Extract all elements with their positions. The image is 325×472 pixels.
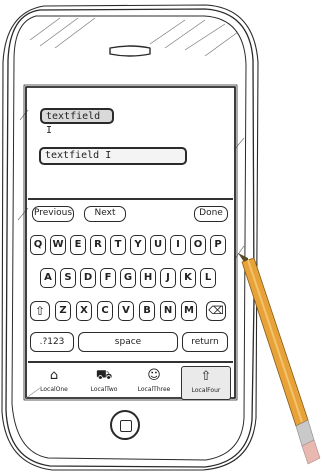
key-d[interactable]: D — [80, 268, 96, 288]
house-icon: ⌂ — [49, 368, 59, 383]
next-button[interactable]: Next — [84, 206, 126, 222]
textfield-one[interactable]: textfield I — [40, 108, 114, 136]
shift-key[interactable]: ⇧ — [30, 301, 50, 321]
key-k[interactable]: K — [180, 268, 196, 288]
tab-label: LocalOne — [40, 386, 68, 393]
key-x[interactable]: X — [76, 301, 92, 321]
key-e[interactable]: E — [70, 235, 86, 255]
key-a[interactable]: A — [40, 268, 56, 288]
backspace-icon: ⌫ — [208, 304, 224, 317]
key-c[interactable]: C — [97, 301, 113, 321]
previous-button[interactable]: Previous — [32, 206, 74, 222]
tab-localthree[interactable]: ☺ LocalThree — [130, 366, 178, 398]
keyboard-toolbar: Previous Next Done — [28, 198, 233, 228]
key-h[interactable]: H — [140, 268, 156, 288]
key-w[interactable]: W — [50, 235, 66, 255]
key-g[interactable]: G — [120, 268, 136, 288]
key-z[interactable]: Z — [55, 301, 71, 321]
numbers-key[interactable]: .?123 — [30, 332, 74, 352]
tab-label: LocalFour — [191, 387, 221, 394]
key-q[interactable]: Q — [30, 235, 46, 255]
tab-bar: ⌂ LocalOne ⛟ LocalTwo ☺ LocalThree ⇧ Loc… — [28, 361, 233, 400]
backspace-key[interactable]: ⌫ — [206, 301, 226, 321]
person-icon: ☺ — [147, 368, 161, 383]
return-key[interactable]: return — [182, 332, 228, 352]
key-n[interactable]: N — [160, 301, 176, 321]
key-p[interactable]: P — [210, 235, 226, 255]
key-j[interactable]: J — [160, 268, 176, 288]
tab-localfour[interactable]: ⇧ LocalFour — [181, 366, 231, 400]
key-s[interactable]: S — [60, 268, 76, 288]
key-o[interactable]: O — [190, 235, 206, 255]
pickup-truck-icon: ⛟ — [95, 368, 113, 383]
key-u[interactable]: U — [150, 235, 166, 255]
key-f[interactable]: F — [100, 268, 116, 288]
key-y[interactable]: Y — [130, 235, 146, 255]
key-b[interactable]: B — [139, 301, 155, 321]
key-v[interactable]: V — [118, 301, 134, 321]
up-arrow-icon: ⇧ — [200, 369, 212, 384]
tab-localone[interactable]: ⌂ LocalOne — [30, 366, 78, 398]
space-key[interactable]: space — [78, 332, 178, 352]
shift-arrow-icon: ⇧ — [34, 304, 46, 318]
home-square-icon — [120, 420, 132, 432]
key-l[interactable]: L — [200, 268, 216, 288]
key-r[interactable]: R — [90, 235, 106, 255]
key-i[interactable]: I — [170, 235, 186, 255]
tab-label: LocalTwo — [90, 386, 118, 393]
key-m[interactable]: M — [181, 301, 197, 321]
tab-localtwo[interactable]: ⛟ LocalTwo — [80, 366, 128, 398]
tab-label: LocalThree — [137, 386, 171, 393]
phone-screen: textfield I textfield I Previous Next Do… — [28, 89, 233, 400]
key-t[interactable]: T — [110, 235, 126, 255]
textfield-two[interactable]: textfield I — [39, 147, 187, 165]
done-button[interactable]: Done — [194, 206, 228, 222]
home-button[interactable] — [110, 410, 140, 440]
